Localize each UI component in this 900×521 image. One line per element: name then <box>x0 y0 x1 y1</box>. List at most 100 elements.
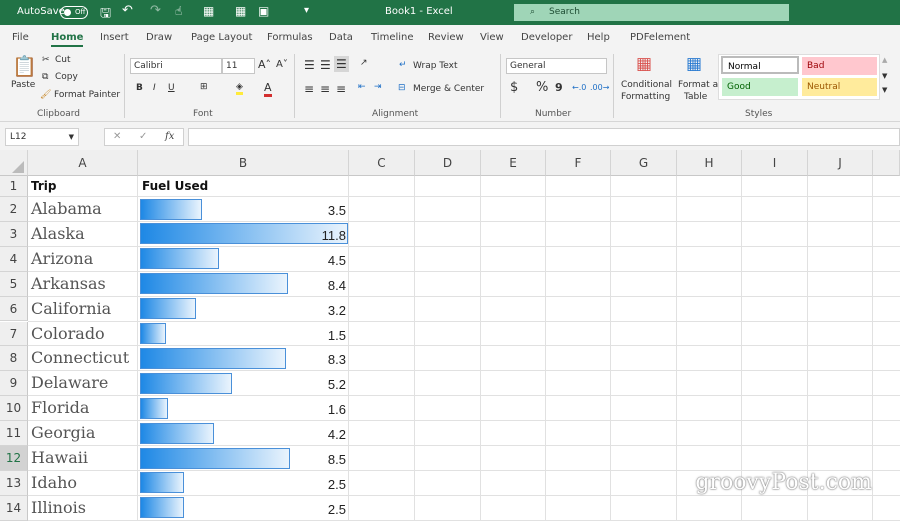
column-header-i[interactable]: I <box>742 150 808 176</box>
cell-fuel-used[interactable]: 2.5 <box>140 502 346 517</box>
name-box[interactable]: L12 ▼ <box>5 128 79 146</box>
paste-button[interactable]: Paste <box>11 80 35 90</box>
table-icon[interactable]: ▦ <box>203 4 214 18</box>
column-header-c[interactable]: C <box>349 150 415 176</box>
paste-icon[interactable]: 📋 <box>12 54 37 78</box>
row-header-5[interactable]: 5 <box>0 271 28 297</box>
cell-trip[interactable]: Arkansas <box>31 274 106 293</box>
decrease-indent-icon[interactable]: ⇤ <box>358 82 366 92</box>
scroll-down-icon[interactable]: ▼ <box>882 72 887 80</box>
row-header-14[interactable]: 14 <box>0 495 28 521</box>
tab-review[interactable]: Review <box>428 32 464 43</box>
column-header-h[interactable]: H <box>677 150 742 176</box>
cell-fuel-used[interactable]: 1.6 <box>140 402 346 417</box>
tab-page-layout[interactable]: Page Layout <box>191 32 252 43</box>
orientation-icon[interactable]: ↗ <box>360 58 368 68</box>
decrease-decimal-icon[interactable]: .00→ <box>590 83 609 92</box>
row-header-6[interactable]: 6 <box>0 296 28 322</box>
column-header-k[interactable] <box>873 150 900 176</box>
row-header-9[interactable]: 9 <box>0 371 28 397</box>
row-header-2[interactable]: 2 <box>0 197 28 222</box>
align-top-icon[interactable]: ☰ <box>304 58 315 72</box>
column-header-a[interactable]: A <box>28 150 138 176</box>
tab-formulas[interactable]: Formulas <box>267 32 313 43</box>
percent-button[interactable]: % <box>536 80 548 95</box>
conditional-formatting-label-2[interactable]: Formatting <box>621 92 670 102</box>
align-center-icon[interactable]: ≡ <box>320 82 330 96</box>
row-header-1[interactable]: 1 <box>0 176 28 197</box>
increase-indent-icon[interactable]: ⇥ <box>374 82 382 92</box>
comma-button[interactable]: 9 <box>555 81 563 94</box>
italic-button[interactable]: I <box>153 83 156 93</box>
row-header-7[interactable]: 7 <box>0 321 28 347</box>
insert-function-icon[interactable]: fx <box>165 131 174 142</box>
search-box[interactable]: ⌕ Search <box>514 4 789 21</box>
undo-icon[interactable]: ↶ <box>122 3 133 18</box>
grid-icon[interactable]: ▦ <box>235 4 246 18</box>
redo-icon[interactable]: ↷ <box>150 3 161 18</box>
conditional-formatting-label-1[interactable]: Conditional <box>621 80 672 90</box>
cell-trip[interactable]: Colorado <box>31 324 105 343</box>
tab-file[interactable]: File <box>12 32 29 43</box>
font-size-select[interactable]: 11 <box>222 58 255 74</box>
font-color-icon[interactable]: A <box>264 81 272 97</box>
cell-trip[interactable]: Alaska <box>31 224 85 243</box>
decrease-font-icon[interactable]: A˅ <box>276 59 288 70</box>
row-header-10[interactable]: 10 <box>0 396 28 422</box>
style-good[interactable]: Good <box>722 78 798 96</box>
more-styles-icon[interactable]: ▼ <box>882 86 887 94</box>
cell-fuel-used[interactable]: 4.5 <box>140 253 346 268</box>
increase-font-icon[interactable]: A˄ <box>258 58 271 71</box>
form-icon[interactable]: ▣ <box>258 4 269 18</box>
cell-fuel-used[interactable]: 8.4 <box>140 278 346 293</box>
column-header-g[interactable]: G <box>611 150 677 176</box>
column-header-e[interactable]: E <box>481 150 546 176</box>
underline-button[interactable]: U <box>168 83 175 93</box>
tab-view[interactable]: View <box>480 32 504 43</box>
cell-fuel-used[interactable]: 3.2 <box>140 303 346 318</box>
copy-button[interactable]: Copy <box>55 72 78 82</box>
tab-pdfelement[interactable]: PDFelement <box>630 32 690 43</box>
font-name-select[interactable]: Calibri <box>130 58 222 74</box>
cell-trip[interactable]: Idaho <box>31 473 77 492</box>
tab-data[interactable]: Data <box>329 32 353 43</box>
cell-trip[interactable]: Hawaii <box>31 448 88 467</box>
column-header-j[interactable]: J <box>808 150 873 176</box>
row-header-4[interactable]: 4 <box>0 246 28 272</box>
format-as-table-label-2[interactable]: Table <box>684 92 707 102</box>
row-header-8[interactable]: 8 <box>0 346 28 372</box>
row-header-13[interactable]: 13 <box>0 470 28 496</box>
cell-trip[interactable]: Georgia <box>31 423 95 442</box>
tab-home[interactable]: Home <box>51 32 84 47</box>
tab-draw[interactable]: Draw <box>146 32 172 43</box>
increase-decimal-icon[interactable]: ←.0 <box>572 83 586 92</box>
row-header-3[interactable]: 3 <box>0 221 28 247</box>
currency-button[interactable]: $ <box>510 80 518 95</box>
column-header-b[interactable]: B <box>138 150 349 176</box>
customize-toolbar-icon[interactable]: ▾ <box>304 5 309 16</box>
cell-trip[interactable]: Delaware <box>31 373 108 392</box>
wrap-text-button[interactable]: Wrap Text <box>413 61 458 71</box>
scroll-up-icon[interactable]: ▲ <box>882 56 887 64</box>
align-middle-icon[interactable]: ☰ <box>320 58 331 72</box>
autosave-toggle[interactable]: Off <box>60 6 88 19</box>
style-normal[interactable]: Normal <box>721 56 799 74</box>
align-left-icon[interactable]: ≡ <box>304 82 314 96</box>
cut-button[interactable]: Cut <box>55 55 71 65</box>
enter-icon[interactable]: ✓ <box>139 131 147 142</box>
cancel-icon[interactable]: ✕ <box>113 131 121 142</box>
bold-button[interactable]: B <box>136 83 143 93</box>
touch-mode-icon[interactable]: ☝ <box>175 4 182 18</box>
tab-timeline[interactable]: Timeline <box>371 32 414 43</box>
cell-fuel-used[interactable]: 8.3 <box>140 352 346 367</box>
tab-developer[interactable]: Developer <box>521 32 572 43</box>
fill-color-icon[interactable]: ◈ <box>236 82 243 95</box>
format-as-table-label-1[interactable]: Format as <box>678 80 723 90</box>
cell-trip[interactable]: Arizona <box>31 249 93 268</box>
style-bad[interactable]: Bad <box>802 57 877 75</box>
align-bottom-icon[interactable]: ☰ <box>334 56 349 72</box>
select-all-corner[interactable] <box>0 150 28 176</box>
column-header-f[interactable]: F <box>546 150 611 176</box>
number-format-select[interactable]: General <box>506 58 607 74</box>
header-trip[interactable]: Trip <box>31 179 57 193</box>
